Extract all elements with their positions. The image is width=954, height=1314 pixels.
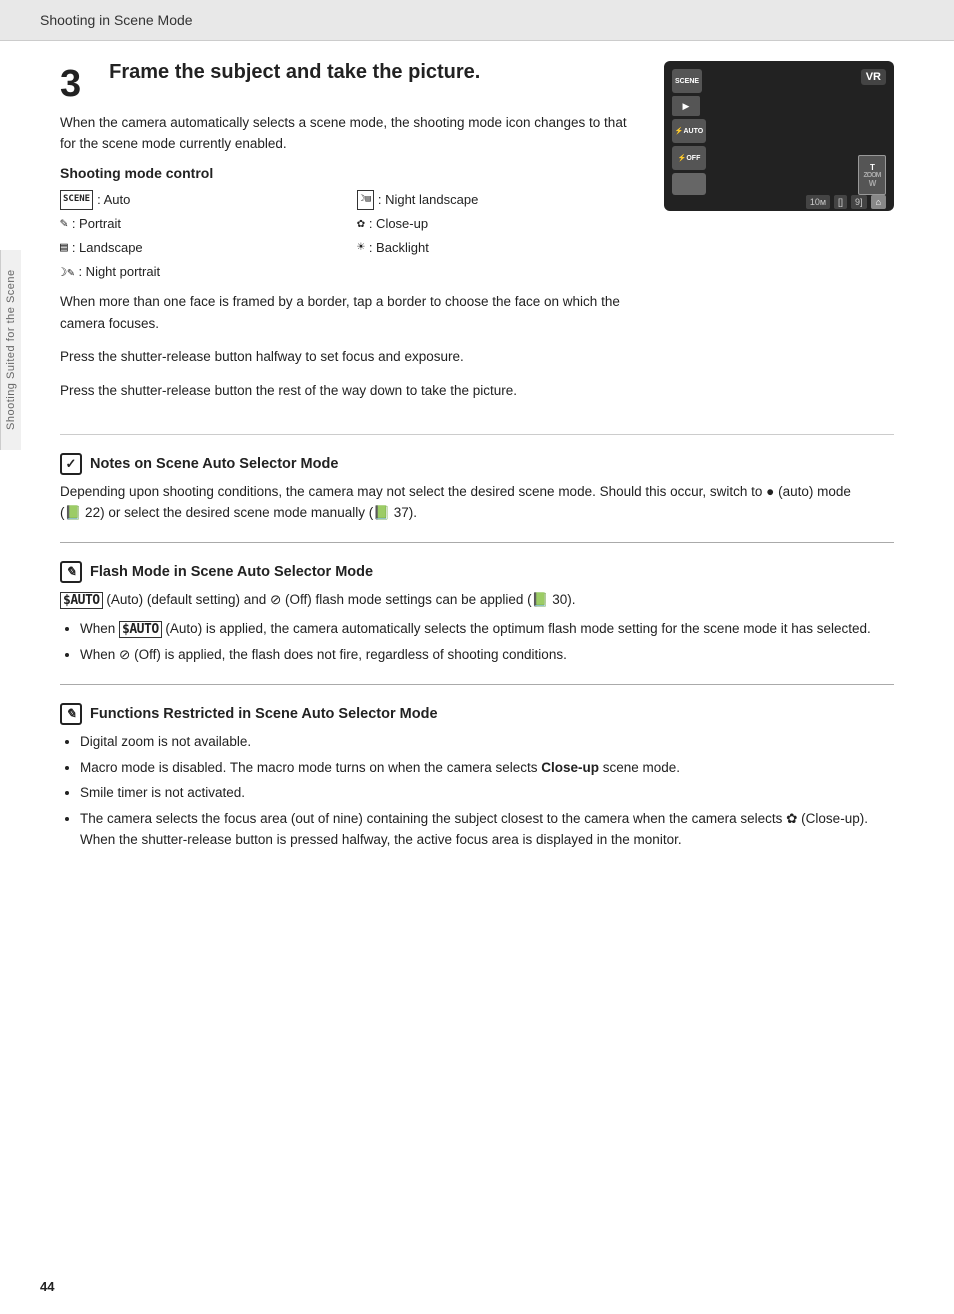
function-bullet-1: Digital zoom is not available. [80,731,894,753]
backlight-icon: ☀ [357,237,365,259]
checkmark-icon: ✓ [60,453,82,475]
note-flash-header: ✎ Flash Mode in Scene Auto Selector Mode [60,561,894,583]
cam-scene-icon: SCENE [672,69,702,93]
step-left: 3 Frame the subject and take the picture… [60,61,634,414]
cam-9j-icon: 9] [851,195,867,209]
divider-2 [60,684,894,685]
notes-scene-auto: ✓ Notes on Scene Auto Selector Mode Depe… [60,453,894,524]
note-scene-auto-title: Notes on Scene Auto Selector Mode [90,456,338,472]
flash-bullets: When $AUTO (Auto) is applied, the camera… [80,618,894,666]
note-flash-body: $AUTO (Auto) (default setting) and ⊘ (Of… [60,589,894,612]
cam-top-row: SCENE ▶ ⚡AUTO ⚡OFF VR T ZOOM W [672,69,886,195]
cam-bottom-row: 10м [] 9] ⌂ [672,195,886,209]
cam-scene2-icon [672,173,706,195]
note-functions-header: ✎ Functions Restricted in Scene Auto Sel… [60,703,894,725]
landscape-icon: ▤ [60,237,68,259]
flash-bullet-2: When ⊘ (Off) is applied, the flash does … [80,644,894,666]
notes-flash: ✎ Flash Mode in Scene Auto Selector Mode… [60,561,894,666]
mode-backlight: ☀ : Backlight [357,237,634,259]
pencil-icon: ✎ [60,561,82,583]
cam-play-icon: ▶ [672,96,700,116]
flash-bullet-1: When $AUTO (Auto) is applied, the camera… [80,618,894,641]
closeup-icon: ✿ [357,213,365,235]
mode-auto: SCENE : Auto [60,189,337,211]
function-bullet-2: Macro mode is disabled. The macro mode t… [80,757,894,779]
para3: Press the shutter-release button the res… [60,380,634,402]
pencil-icon-2: ✎ [60,703,82,725]
function-bullet-3: Smile timer is not activated. [80,782,894,804]
note-flash-title: Flash Mode in Scene Auto Selector Mode [90,564,373,580]
page-number: 44 [40,1279,54,1294]
notes-functions: ✎ Functions Restricted in Scene Auto Sel… [60,703,894,851]
cam-crop-icon: [] [834,195,847,209]
mode-closeup: ✿ : Close-up [357,213,634,235]
functions-bullets: Digital zoom is not available. Macro mod… [80,731,894,851]
flash-auto-inline: $AUTO [119,621,162,638]
cam-10m-icon: 10м [806,195,830,209]
cam-right-icons: T ZOOM W [858,155,886,195]
para2: Press the shutter-release button halfway… [60,346,634,368]
header-title: Shooting in Scene Mode [40,12,193,28]
cam-flash-auto-icon: ⚡AUTO [672,119,706,143]
portrait-icon: ✎ [60,213,68,235]
divider-1 [60,542,894,543]
note-scene-auto-header: ✓ Notes on Scene Auto Selector Mode [60,453,894,475]
note-functions-title: Functions Restricted in Scene Auto Selec… [90,706,438,722]
mode-portrait: ✎ : Portrait [60,213,337,235]
main-content: 3 Frame the subject and take the picture… [0,41,954,887]
night-landscape-icon: ☽▤ [357,190,374,209]
step-number: 3 [60,65,81,103]
step-3-row: 3 Frame the subject and take the picture… [60,61,894,435]
page-header: Shooting in Scene Mode [0,0,954,41]
shooting-mode-title: Shooting mode control [60,165,634,181]
step-description: When the camera automatically selects a … [60,113,634,155]
mode-night-landscape: ☽▤ : Night landscape [357,189,634,211]
night-portrait-icon: ☽✎ [60,262,74,282]
flash-auto-symbol: $AUTO [60,592,103,609]
cam-vr-label: VR [861,69,886,85]
mode-landscape: ▤ : Landscape [60,237,337,259]
para1: When more than one face is framed by a b… [60,291,634,334]
cam-t-icon: T ZOOM W [858,155,886,195]
mode-night-portrait: ☽✎ : Night portrait [60,261,337,283]
function-bullet-4: The camera selects the focus area (out o… [80,808,894,851]
note-scene-auto-body: Depending upon shooting conditions, the … [60,481,894,524]
cam-home-icon: ⌂ [871,195,886,209]
camera-display: SCENE ▶ ⚡AUTO ⚡OFF VR T ZOOM W [664,61,894,211]
step-title: Frame the subject and take the picture. [109,61,480,84]
mode-grid: SCENE : Auto ☽▤ : Night landscape ✎ : Po… [60,189,634,283]
cam-flash-off-icon: ⚡OFF [672,146,706,170]
auto-icon: SCENE [60,190,93,209]
